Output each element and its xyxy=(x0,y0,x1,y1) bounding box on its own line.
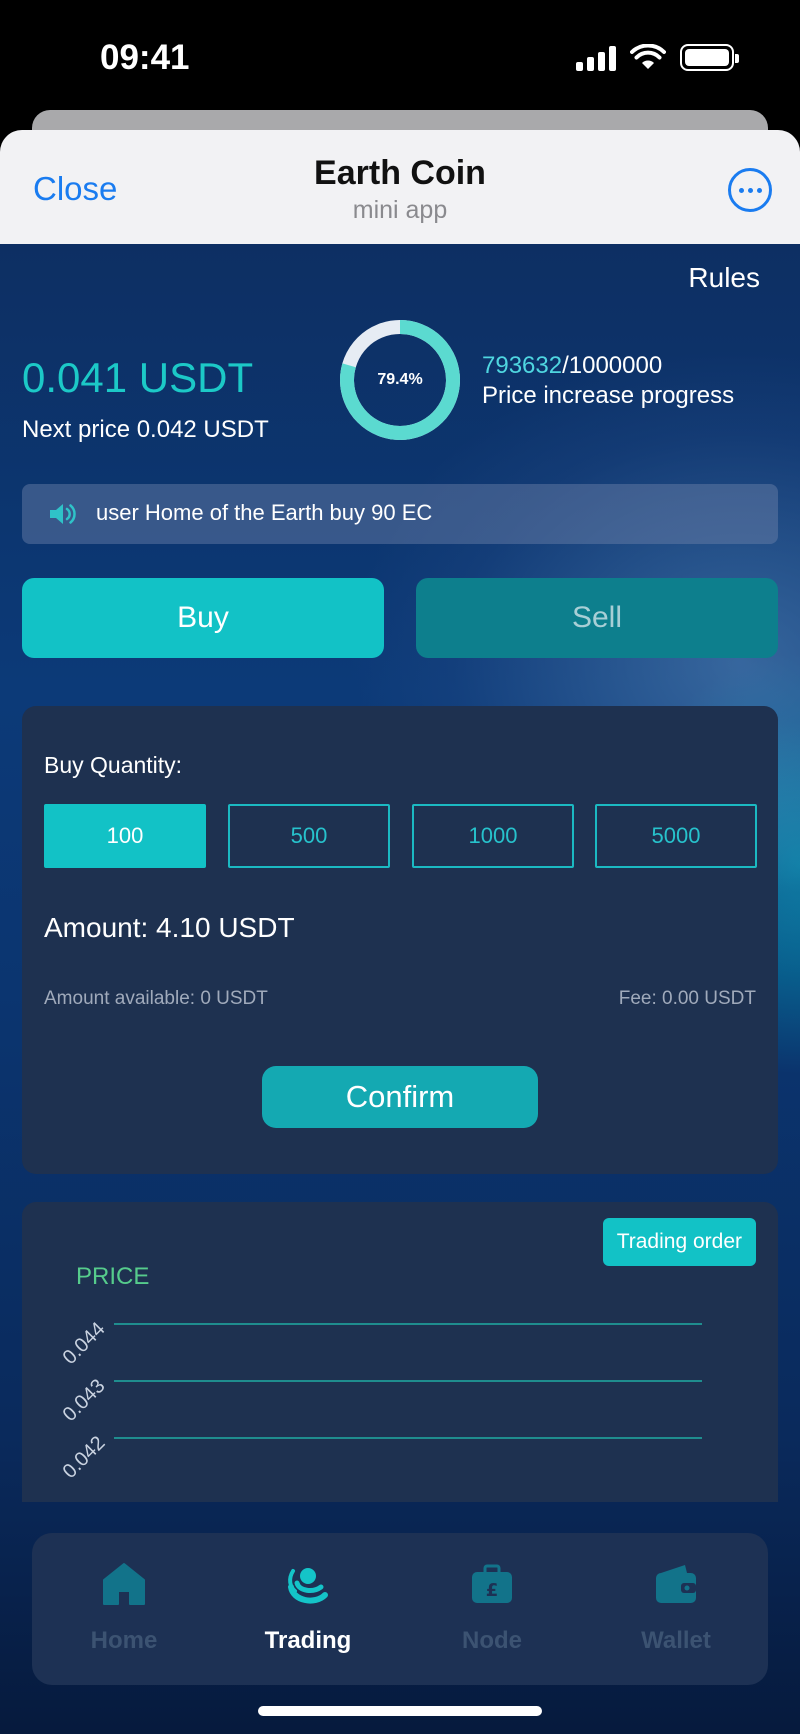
more-icon[interactable] xyxy=(728,168,772,212)
main-content: Rules 0.041 USDT Next price 0.042 USDT 7… xyxy=(0,244,800,1734)
nav-node-label: Node xyxy=(462,1627,522,1654)
svg-text:£: £ xyxy=(486,1580,499,1601)
sell-tab-button[interactable]: Sell xyxy=(416,578,778,658)
app-title: Earth Coin xyxy=(314,154,486,192)
nav-home[interactable]: Home xyxy=(32,1533,216,1685)
quantity-option-500[interactable]: 500 xyxy=(228,804,390,868)
quantity-option-100[interactable]: 100 xyxy=(44,804,206,868)
quantity-option-1000[interactable]: 1000 xyxy=(412,804,574,868)
price-chart-card: Trading order PRICE 0.044 0.043 0.042 xyxy=(22,1202,778,1502)
fee-text: Fee: 0.00 USDT xyxy=(618,988,756,1009)
progress-total: /1000000 xyxy=(562,352,663,379)
chart-y-tick-label: 0.043 xyxy=(59,1375,110,1426)
buy-quantity-label: Buy Quantity: xyxy=(44,752,183,778)
status-bar: 09:41 xyxy=(0,0,800,110)
progress-label: Price increase progress xyxy=(482,382,735,409)
status-icons xyxy=(576,44,739,71)
chart-title: PRICE xyxy=(76,1263,149,1290)
nav-wallet[interactable]: Wallet xyxy=(584,1533,768,1685)
app-subtitle: mini app xyxy=(352,196,448,224)
amount-available: Amount available: 0 USDT xyxy=(44,988,268,1009)
home-indicator xyxy=(258,1706,542,1716)
wallet-icon xyxy=(656,1565,696,1603)
signal-icon xyxy=(576,45,616,71)
nav-home-label: Home xyxy=(90,1627,158,1654)
confirm-button[interactable]: Confirm xyxy=(262,1066,538,1128)
rules-link[interactable]: Rules xyxy=(688,262,760,294)
nav-node[interactable]: £ Node xyxy=(400,1533,584,1685)
quantity-option-5000[interactable]: 5000 xyxy=(595,804,757,868)
trading-icon xyxy=(288,1568,328,1604)
nav-trading[interactable]: Trading xyxy=(216,1533,400,1685)
chart-y-tick-label: 0.042 xyxy=(59,1432,110,1483)
next-price: Next price 0.042 USDT xyxy=(22,416,269,443)
progress-percent: 79.4% xyxy=(377,371,423,388)
amount-text: Amount: 4.10 USDT xyxy=(44,912,295,943)
progress-counts: 793632/1000000 xyxy=(482,352,662,380)
wifi-icon xyxy=(630,44,666,69)
battery-icon xyxy=(680,44,739,71)
status-time: 09:41 xyxy=(100,38,190,77)
nav-wallet-label: Wallet xyxy=(641,1627,711,1654)
buy-tab-button[interactable]: Buy xyxy=(22,578,384,658)
activity-ticker: user Home of the Earth buy 90 EC xyxy=(22,484,778,544)
mini-app-header: Close Earth Coin mini app xyxy=(0,130,800,244)
ticker-text: user Home of the Earth buy 90 EC xyxy=(96,500,433,525)
buy-card: Buy Quantity: 100 500 1000 5000 Amount: … xyxy=(22,706,778,1174)
nav-trading-label: Trading xyxy=(264,1627,352,1654)
chart-y-tick-label: 0.044 xyxy=(59,1318,110,1369)
progress-current: 793632 xyxy=(482,352,563,379)
price-chart: PRICE 0.044 0.043 0.042 xyxy=(59,1263,702,1483)
speaker-icon xyxy=(50,504,76,524)
home-icon xyxy=(103,1563,145,1605)
current-price: 0.041 USDT xyxy=(22,354,254,401)
node-icon: £ xyxy=(472,1564,512,1603)
bottom-nav: Home Trading £ Node Wallet xyxy=(32,1533,768,1685)
